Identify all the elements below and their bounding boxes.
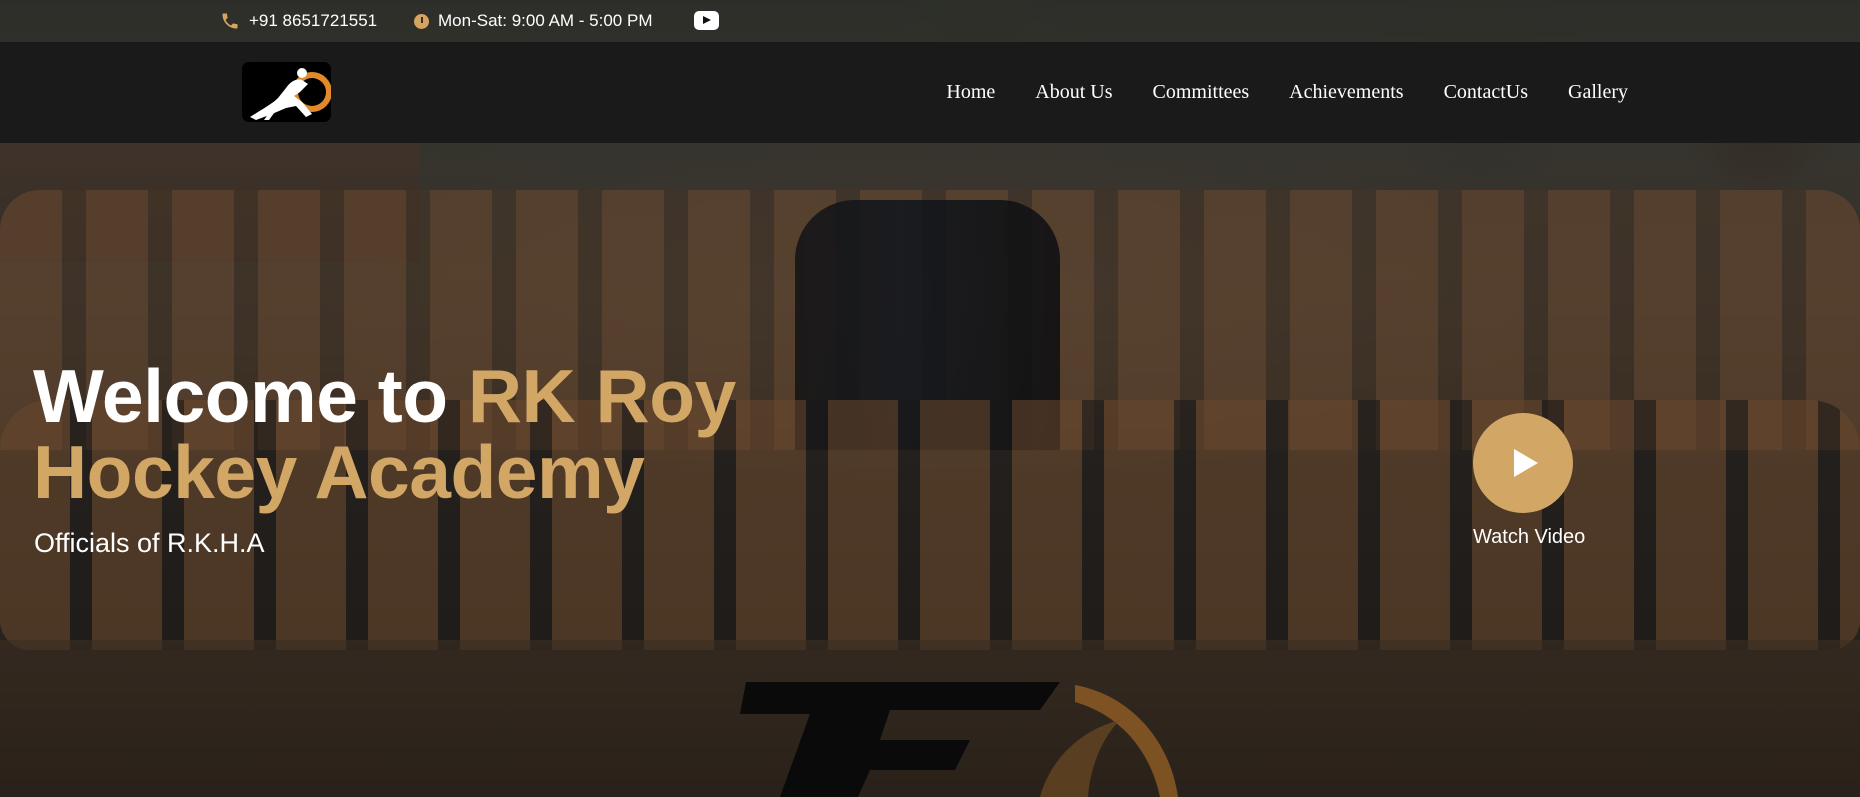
clock-icon <box>414 13 429 29</box>
working-hours: Mon-Sat: 9:00 AM - 5:00 PM <box>414 0 652 42</box>
hero-title-gold-2: Hockey Academy <box>33 430 645 514</box>
phone-contact[interactable]: +91 8651721551 <box>220 0 377 42</box>
nav-committees[interactable]: Committees <box>1153 81 1250 104</box>
hockey-player-logo[interactable] <box>242 62 331 122</box>
phone-number: +91 8651721551 <box>249 11 378 30</box>
main-navigation: Home About Us Committees Achievements Co… <box>946 42 1628 143</box>
youtube-icon[interactable] <box>694 11 719 30</box>
logo-graphic <box>250 68 331 120</box>
hero-title-white: Welcome to <box>33 354 468 438</box>
nav-about-us[interactable]: About Us <box>1035 81 1112 104</box>
hero-title-gold-1: RK Roy <box>467 354 736 438</box>
nav-gallery[interactable]: Gallery <box>1568 81 1628 104</box>
hero-subtitle: Officials of R.K.H.A <box>34 528 265 558</box>
nav-contact-us[interactable]: ContactUs <box>1444 81 1528 104</box>
watch-video-label[interactable]: Watch Video <box>1473 526 1585 549</box>
navbar: Home About Us Committees Achievements Co… <box>0 42 1860 143</box>
nav-achievements[interactable]: Achievements <box>1289 81 1403 104</box>
phone-icon <box>222 13 238 29</box>
play-video-button[interactable] <box>1473 413 1573 513</box>
hero-title: Welcome to RK Roy Hockey Academy <box>33 358 736 510</box>
top-info-bar: +91 8651721551 Mon-Sat: 9:00 AM - 5:00 P… <box>0 0 1860 42</box>
hours-text: Mon-Sat: 9:00 AM - 5:00 PM <box>438 11 653 30</box>
play-icon <box>1514 449 1538 477</box>
logo-watermark <box>740 682 1178 797</box>
nav-home[interactable]: Home <box>946 81 995 104</box>
